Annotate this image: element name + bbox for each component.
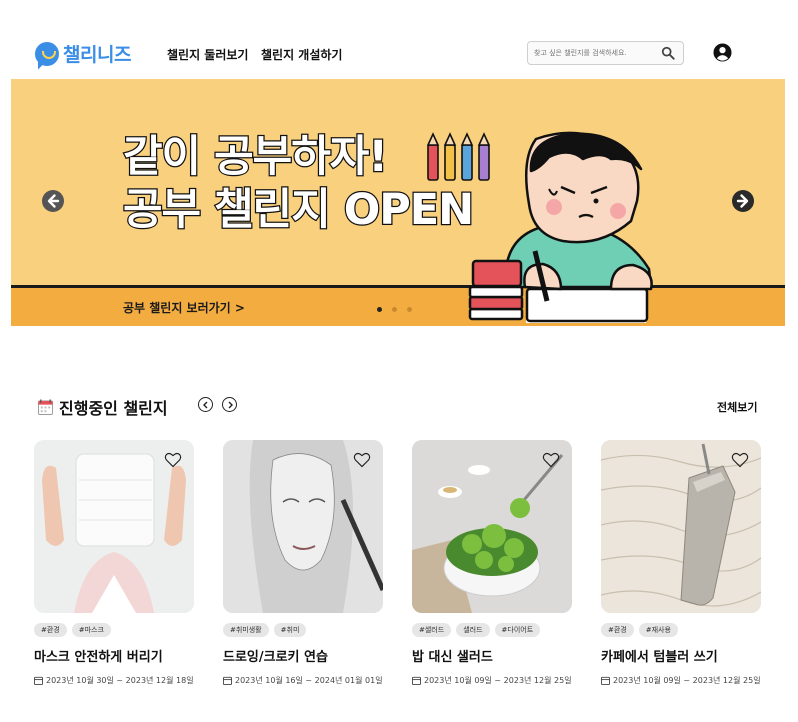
- search-input[interactable]: [534, 45, 654, 61]
- banner-link[interactable]: 공부 챌린지 보러가기 >: [123, 299, 245, 316]
- logo[interactable]: 챌리니즈: [35, 40, 131, 67]
- challenge-card[interactable]: #환경 #재사용 카페에서 텀블러 쓰기 2023년 10월 09일 ~ 202…: [601, 440, 761, 686]
- section-next-button[interactable]: [222, 397, 237, 412]
- section-title: 진행중인 챌린지: [59, 399, 168, 418]
- heart-icon[interactable]: [164, 452, 182, 468]
- challenge-card[interactable]: #샐러드 샐러드 #다이어트 밥 대신 샐러드 2023년 10월 09일 ~ …: [412, 440, 572, 686]
- challenge-date-text: 2023년 10월 30일 ~ 2023년 12월 18일: [46, 676, 194, 685]
- challenge-date-text: 2023년 10월 16일 ~ 2024년 01월 01일: [235, 676, 383, 685]
- tag[interactable]: #샐러드: [412, 623, 452, 637]
- section-prev-button[interactable]: [198, 397, 213, 412]
- tag[interactable]: #취미생활: [223, 623, 269, 637]
- tag-list: #환경 #마스크: [34, 623, 194, 637]
- calendar-small-icon: [223, 676, 232, 685]
- heart-icon[interactable]: [731, 452, 749, 468]
- carousel-dot[interactable]: [392, 307, 397, 312]
- banner-title-line2: 공부 챌린지 OPEN: [122, 185, 476, 235]
- challenge-date-text: 2023년 10월 09일 ~ 2023년 12월 25일: [424, 676, 572, 685]
- tag[interactable]: #환경: [601, 623, 634, 637]
- challenge-date: 2023년 10월 09일 ~ 2023년 12월 25일: [412, 675, 572, 686]
- tag[interactable]: #환경: [34, 623, 67, 637]
- tag-list: #환경 #재사용: [601, 623, 761, 637]
- calendar-small-icon: [412, 676, 421, 685]
- tag[interactable]: #마스크: [71, 623, 111, 637]
- chevron-left-icon: [202, 401, 207, 408]
- chevron-right-icon: [228, 401, 233, 408]
- heart-icon[interactable]: [353, 452, 371, 468]
- calendar-small-icon: [601, 676, 610, 685]
- hero-banner[interactable]: 같이 공부하자! 공부 챌린지 OPEN 공부 챌린지 보러가기 >: [11, 79, 785, 326]
- view-all-link[interactable]: 전체보기: [717, 399, 757, 415]
- carousel-dots: [377, 307, 412, 312]
- challenge-thumbnail[interactable]: [34, 440, 194, 613]
- tag[interactable]: #재사용: [638, 623, 678, 637]
- tag-list: #샐러드 샐러드 #다이어트: [412, 623, 572, 637]
- banner-prev-arrow-icon[interactable]: [41, 189, 65, 213]
- challenge-date: 2023년 10월 30일 ~ 2023년 12월 18일: [34, 675, 194, 686]
- site-header: 챌리니즈 챌린지 둘러보기 챌린지 개설하기: [0, 0, 798, 78]
- banner-title-line1: 같이 공부하자!: [122, 132, 389, 182]
- nav-browse-challenges[interactable]: 챌린지 둘러보기: [167, 46, 248, 63]
- nav-create-challenge[interactable]: 챌린지 개설하기: [261, 46, 342, 63]
- ongoing-section-header: 진행중인 챌린지: [38, 395, 168, 419]
- logo-text: 챌리니즈: [63, 44, 131, 66]
- challenge-card[interactable]: #환경 #마스크 마스크 안전하게 버리기 2023년 10월 30일 ~ 20…: [34, 440, 194, 686]
- tag-list: #취미생활 #취미: [223, 623, 383, 637]
- challenge-title[interactable]: 마스크 안전하게 버리기: [34, 646, 194, 665]
- heart-icon[interactable]: [542, 452, 560, 468]
- challenge-thumbnail[interactable]: [223, 440, 383, 613]
- banner-next-arrow-icon[interactable]: [731, 189, 755, 213]
- challenge-thumbnail[interactable]: [601, 440, 761, 613]
- user-profile-icon[interactable]: [713, 43, 732, 62]
- challenge-date-text: 2023년 10월 09일 ~ 2023년 12월 25일: [613, 676, 761, 685]
- studying-kid-illustration: [468, 131, 653, 323]
- calendar-small-icon: [34, 676, 43, 685]
- carousel-dot[interactable]: [377, 307, 382, 312]
- challenge-title[interactable]: 밥 대신 샐러드: [412, 646, 572, 665]
- challenge-thumbnail[interactable]: [412, 440, 572, 613]
- tag[interactable]: #취미: [273, 623, 307, 637]
- tag[interactable]: #다이어트: [494, 623, 541, 637]
- search-icon[interactable]: [661, 46, 675, 60]
- carousel-dot[interactable]: [407, 307, 412, 312]
- challenge-card[interactable]: #취미생활 #취미 드로잉/크로키 연습 2023년 10월 16일 ~ 202…: [223, 440, 383, 686]
- search-box: [527, 41, 684, 65]
- challenge-date: 2023년 10월 09일 ~ 2023년 12월 25일: [601, 675, 761, 686]
- challenge-title[interactable]: 카페에서 텀블러 쓰기: [601, 646, 761, 665]
- challenge-title[interactable]: 드로잉/크로키 연습: [223, 646, 383, 665]
- challenge-date: 2023년 10월 16일 ~ 2024년 01월 01일: [223, 675, 383, 686]
- logo-icon: [35, 41, 59, 66]
- calendar-icon: [38, 399, 53, 415]
- tag[interactable]: 샐러드: [456, 623, 490, 637]
